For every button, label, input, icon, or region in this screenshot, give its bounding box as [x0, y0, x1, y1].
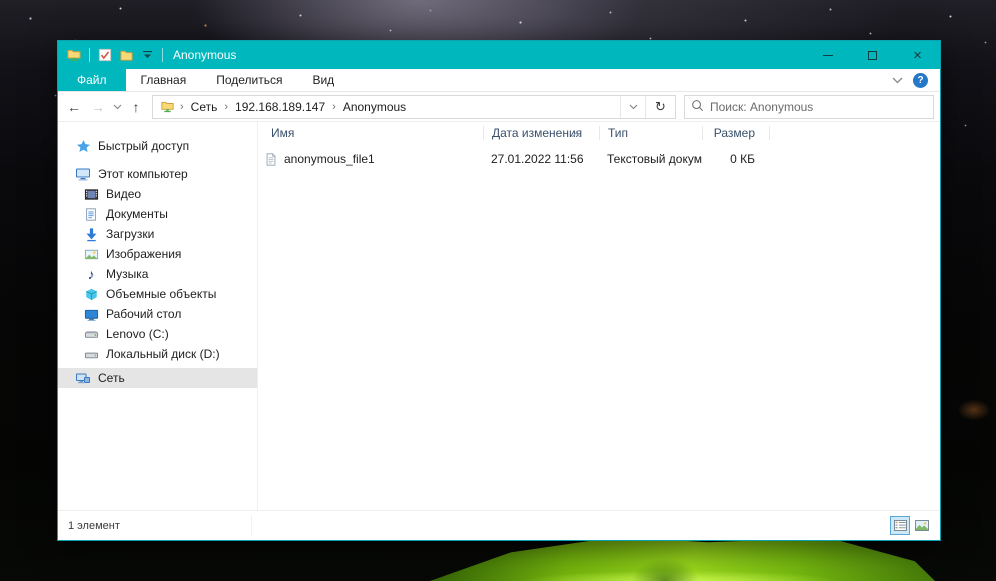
sidebar-item-documents[interactable]: Документы	[58, 204, 257, 224]
network-folder-icon	[66, 47, 82, 63]
wallpaper-bush	[620, 541, 710, 581]
file-date-cell: 27.01.2022 11:56	[483, 152, 599, 166]
breadcrumb-network[interactable]: Сеть	[189, 100, 220, 114]
window-controls: ×	[805, 41, 940, 69]
wallpaper-tree-glow	[952, 395, 996, 425]
star-icon	[75, 138, 91, 154]
quick-access-toolbar	[58, 47, 165, 63]
file-name-cell[interactable]: anonymous_file1	[258, 151, 483, 167]
search-input[interactable]	[710, 100, 927, 114]
breadcrumb-separator: ›	[175, 101, 189, 113]
maximize-icon	[868, 51, 877, 60]
minimize-icon	[823, 55, 833, 56]
sidebar-item-desktop[interactable]: Рабочий стол	[58, 304, 257, 324]
hard-drive-icon	[83, 326, 99, 342]
explorer-window: Anonymous × Файл Главная Поделиться Вид …	[57, 40, 941, 541]
sidebar-item-downloads[interactable]: Загрузки	[58, 224, 257, 244]
sidebar-item-pictures[interactable]: Изображения	[58, 244, 257, 264]
column-headers: Имя Дата изменения Тип Размер	[258, 122, 940, 144]
search-icon	[691, 99, 704, 115]
item-count: 1 элемент	[68, 520, 120, 532]
video-icon	[83, 186, 99, 202]
recent-locations-icon[interactable]	[110, 95, 124, 119]
titlebar[interactable]: Anonymous ×	[58, 41, 940, 69]
location-folder-icon	[159, 99, 175, 115]
back-button[interactable]: ←	[62, 95, 86, 119]
thumbnails-view-button[interactable]	[912, 516, 932, 535]
document-icon	[83, 206, 99, 222]
hard-drive-icon	[83, 346, 99, 362]
sidebar-item-drive-c[interactable]: Lenovo (C:)	[58, 324, 257, 344]
refresh-button[interactable]: ↻	[645, 96, 675, 118]
toolbar-separator	[89, 48, 90, 62]
breadcrumb: › Сеть › 192.168.189.147 › Anonymous	[153, 96, 620, 118]
sidebar-item-quick-access[interactable]: Быстрый доступ	[58, 136, 257, 156]
ribbon-right-controls: ?	[892, 69, 940, 91]
breadcrumb-host[interactable]: 192.168.189.147	[233, 100, 327, 114]
view-toggles	[890, 516, 932, 535]
address-dropdown-icon[interactable]	[620, 96, 645, 118]
text-file-icon	[263, 151, 279, 167]
sidebar-item-network[interactable]: Сеть	[58, 368, 257, 388]
expand-ribbon-icon[interactable]	[892, 73, 903, 87]
column-header-name[interactable]: Имя	[258, 126, 483, 140]
stars-decoration	[0, 0, 1, 1]
status-separator	[251, 515, 252, 536]
maximize-button[interactable]	[850, 41, 895, 69]
column-header-size[interactable]: Размер	[702, 126, 769, 140]
column-header-date[interactable]: Дата изменения	[483, 126, 599, 140]
properties-check-icon[interactable]	[97, 47, 113, 63]
toolbar-separator	[162, 48, 163, 62]
file-row[interactable]: anonymous_file1 27.01.2022 11:56 Текстов…	[258, 148, 940, 170]
column-header-type[interactable]: Тип	[599, 126, 702, 140]
tab-home[interactable]: Главная	[126, 69, 202, 91]
ribbon-tabs: Файл Главная Поделиться Вид ?	[58, 69, 940, 92]
breadcrumb-separator: ›	[219, 101, 233, 113]
file-size-cell: 0 КБ	[702, 152, 769, 166]
search-box[interactable]	[684, 95, 934, 119]
sort-ascending-icon	[571, 127, 581, 133]
customize-toolbar-icon[interactable]	[139, 47, 155, 63]
column-divider	[769, 126, 770, 140]
sidebar-item-videos[interactable]: Видео	[58, 184, 257, 204]
tab-file[interactable]: Файл	[58, 69, 126, 91]
breadcrumb-separator: ›	[327, 101, 341, 113]
address-bar[interactable]: › Сеть › 192.168.189.147 › Anonymous ↻	[152, 95, 676, 119]
address-bar-row: ← → ↑ › Сеть › 192.168.189.147 › Anonymo…	[58, 92, 940, 122]
close-icon: ×	[913, 48, 922, 63]
pictures-icon	[83, 246, 99, 262]
file-list-pane: Имя Дата изменения Тип Размер anonymous_…	[258, 122, 940, 510]
help-icon[interactable]: ?	[913, 73, 928, 88]
breadcrumb-folder[interactable]: Anonymous	[341, 100, 408, 114]
details-view-button[interactable]	[890, 516, 910, 535]
navigation-pane: Быстрый доступ Этот компьютер Видео Доку	[58, 122, 258, 510]
music-note-icon: ♪	[83, 266, 99, 282]
status-bar: 1 элемент	[58, 510, 940, 540]
desktop-icon	[83, 306, 99, 322]
tab-share[interactable]: Поделиться	[201, 69, 297, 91]
file-type-cell: Текстовый докум...	[599, 152, 702, 166]
sidebar-item-3d-objects[interactable]: Объемные объекты	[58, 284, 257, 304]
network-icon	[75, 370, 91, 386]
window-title: Anonymous	[173, 48, 236, 62]
forward-button[interactable]: →	[86, 95, 110, 119]
download-arrow-icon	[83, 226, 99, 242]
sidebar-item-this-pc[interactable]: Этот компьютер	[58, 164, 257, 184]
minimize-button[interactable]	[805, 41, 850, 69]
close-button[interactable]: ×	[895, 41, 940, 69]
sidebar-item-music[interactable]: ♪ Музыка	[58, 264, 257, 284]
sidebar-item-drive-d[interactable]: Локальный диск (D:)	[58, 344, 257, 364]
content-area: Быстрый доступ Этот компьютер Видео Доку	[58, 122, 940, 510]
tab-view[interactable]: Вид	[297, 69, 349, 91]
new-folder-icon[interactable]	[118, 47, 134, 63]
up-button[interactable]: ↑	[124, 95, 148, 119]
computer-icon	[75, 166, 91, 182]
cube-icon	[83, 286, 99, 302]
